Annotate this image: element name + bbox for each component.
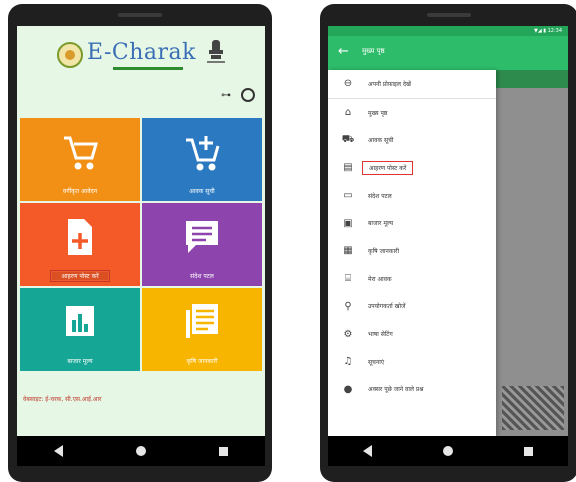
top-toolbar: ⊶ [221,88,255,102]
cart-icon [64,136,98,170]
help-icon: ● [343,383,353,395]
search-icon: ⚲ [344,300,352,312]
recents-icon[interactable] [219,446,229,456]
android-navbar [17,436,265,466]
tile-market-price[interactable]: बाजार मूल्य [20,288,140,371]
info-icon: ▦ [343,245,353,257]
recents-icon[interactable] [523,446,533,456]
drawer-item-agri-info[interactable]: ▦ कृषि जानकारी [328,237,496,265]
screen-drawer: ▼◢ ▮ 12:34 ← मुख्य पृष्ठ ⊖ अपनी प्रोफ़ाइ… [328,26,568,466]
national-emblem-icon [207,40,225,64]
tile-label: संदेश पटल [190,273,214,280]
home-button-icon[interactable] [442,446,453,456]
tile-classified[interactable]: वर्गीकृत आवेदन [20,118,140,201]
drawer-item-label: सूचनाएं [368,358,385,366]
back-icon[interactable] [363,445,373,457]
phone-left: E-Charak ⊶ वर्गीकृत आवेदन आवक सूची आहरण … [8,4,272,482]
speaker [427,13,471,17]
drawer-item-home[interactable]: ⌂ मुख्य पृष्ठ [328,99,496,127]
drawer-item-label: उपयोगकर्ता खोजें [368,303,406,311]
app-logo: E-Charak [17,38,265,74]
tile-label: कृषि जानकारी [186,358,218,365]
person-icon: ⊖ [343,78,353,90]
logo-text: E-Charak [87,40,196,65]
drawer-item-label: आवक सूची [368,137,394,145]
document-list-icon [186,304,218,338]
drawer-item-label: बाजार मूल्य [368,220,394,228]
tile-label: आहरण पोस्ट करें [50,270,110,282]
emblem-icon [57,42,83,68]
app-bar-title: मुख्य पृष्ठ [362,47,385,55]
qr-code-image [502,386,564,430]
bar-chart-icon [66,306,94,336]
drawer-item-label: मेरा आवक [368,275,392,283]
drawer-item-label: अक्सर पूछे जाने वाले प्रश्न [368,386,424,394]
drawer-item-label: भाषा सेटिंग [368,331,393,339]
phone-right: ▼◢ ▮ 12:34 ← मुख्य पृष्ठ ⊖ अपनी प्रोफ़ाइ… [320,4,576,482]
home-button-icon[interactable] [135,446,146,456]
drawer-item-label: संदेश पटल [368,192,392,200]
bell-icon: ♫ [343,356,353,368]
tile-agri-info[interactable]: कृषि जानकारी [142,288,262,371]
speaker [118,13,162,17]
drawer-item-post-drawal[interactable]: ▤ आहरण पोस्ट करें [328,154,496,182]
tile-label: बाजार मूल्य [67,358,93,365]
app-bar: ← मुख्य पृष्ठ [328,36,568,70]
document-icon: ▤ [343,162,353,174]
drawer-item-faq[interactable]: ● अक्सर पूछे जाने वाले प्रश्न [328,376,496,404]
drawer-item-label: अपनी प्रोफ़ाइल देखें [368,80,411,88]
key-icon[interactable]: ⊶ [221,90,231,101]
drawer-item-language-settings[interactable]: ⚙ भाषा सेटिंग [328,320,496,348]
gear-icon[interactable] [241,88,255,102]
message-icon: ▭ [343,190,353,202]
tile-label: आवक सूची [189,188,215,195]
tile-inward-list[interactable]: आवक सूची [142,118,262,201]
drawer-item-search-users[interactable]: ⚲ उपयोगकर्ता खोजें [328,293,496,321]
navigation-drawer: ⊖ अपनी प्रोफ़ाइल देखें ⌂ मुख्य पृष्ठ ⛟ आ… [328,70,496,436]
drawer-item-label: मुख्य पृष्ठ [368,109,388,117]
gear-icon: ⚙ [343,328,353,340]
status-bar: ▼◢ ▮ 12:34 [328,26,568,36]
home-icon: ⌂ [344,107,352,119]
drawer-item-label: कृषि जानकारी [368,247,400,255]
drawer-item-my-inward[interactable]: ⌸ मेरा आवक [328,265,496,293]
dimmed-content[interactable] [496,70,568,436]
tile-message-board[interactable]: संदेश पटल [142,203,262,286]
website-footer[interactable]: वेबसाइट: ई-चरक, सी.एस.आई.आर [23,395,101,403]
drawer-item-label: आहरण पोस्ट करें [362,160,414,175]
price-icon: ▣ [343,217,353,229]
chat-icon [186,221,218,253]
arrow-left-icon[interactable]: ← [338,44,349,60]
drawer-item-market-price[interactable]: ▣ बाजार मूल्य [328,209,496,237]
tile-label: वर्गीकृत आवेदन [62,188,98,195]
cart-icon: ⛟ [341,133,355,145]
screen-home: E-Charak ⊶ वर्गीकृत आवेदन आवक सूची आहरण … [17,26,265,466]
tile-post-drawal[interactable]: आहरण पोस्ट करें [20,203,140,286]
android-navbar [328,436,568,466]
add-document-icon [68,219,92,255]
drawer-item-message-board[interactable]: ▭ संदेश पटल [328,182,496,210]
drawer-item-notifications[interactable]: ♫ सूचनाएं [328,348,496,376]
inbox-icon: ⌸ [345,273,351,285]
back-icon[interactable] [53,445,63,457]
drawer-item-profile[interactable]: ⊖ अपनी प्रोफ़ाइल देखें [328,70,496,99]
logo-underline [113,67,183,70]
menu-grid: वर्गीकृत आवेदन आवक सूची आहरण पोस्ट करें [20,118,262,371]
drawer-item-inward-list[interactable]: ⛟ आवक सूची [328,126,496,154]
dimmed-header-strip [496,70,568,88]
cart-add-icon [186,136,220,171]
